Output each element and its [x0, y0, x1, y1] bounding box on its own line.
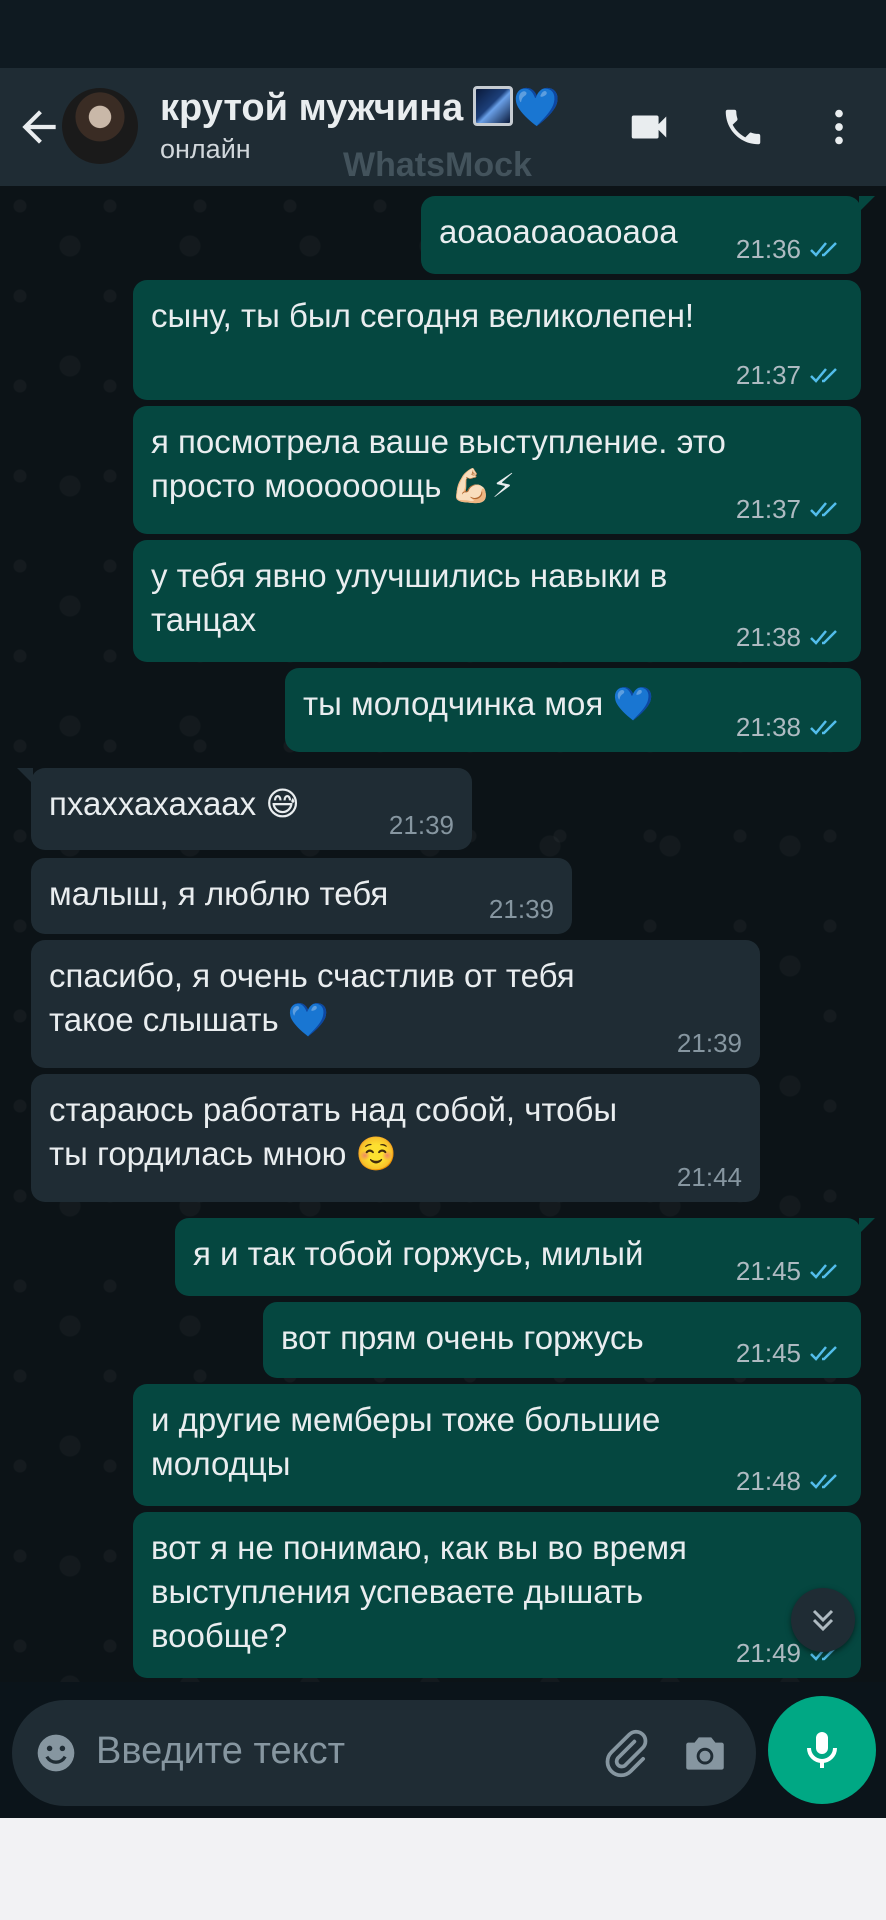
read-ticks-icon	[810, 1264, 837, 1279]
phone-call-icon[interactable]	[720, 104, 766, 150]
message-composer	[12, 1700, 756, 1806]
message-time: 21:45	[735, 1338, 801, 1368]
read-ticks-icon	[810, 242, 837, 257]
message-bubble-incoming[interactable]: пхаххахахаах 😅 21:39	[17, 768, 472, 850]
message-time: 21:45	[735, 1256, 801, 1286]
contact-name[interactable]: крутой мужчина 💙	[160, 86, 561, 130]
message-time: 21:37	[735, 494, 801, 524]
message-bubble-outgoing[interactable]: у тебя явно улучшились навыки в танцах 2…	[133, 540, 861, 662]
message-bubble-incoming[interactable]: малыш, я люблю тебя 21:39	[31, 858, 572, 934]
read-ticks-icon	[810, 720, 837, 735]
contact-avatar[interactable]	[62, 88, 138, 164]
message-time: 21:39	[388, 810, 454, 840]
voice-record-button[interactable]	[768, 1696, 876, 1804]
read-ticks-icon	[810, 1474, 837, 1489]
chat-header: крутой мужчина 💙 онлайн WhatsMock	[0, 68, 886, 186]
double-chevron-down-icon	[812, 1609, 834, 1632]
navigation-bar-area	[0, 1818, 886, 1920]
back-arrow-icon[interactable]	[14, 102, 64, 152]
message-text: сыну, ты был сегодня великолепен!	[151, 297, 695, 334]
message-bubble-outgoing[interactable]: я и так тобой горжусь, милый 21:45	[175, 1218, 875, 1296]
message-bubble-outgoing[interactable]: и другие мемберы тоже большие молодцы 21…	[133, 1384, 861, 1506]
message-time: 21:37	[735, 360, 801, 390]
more-options-icon[interactable]	[816, 104, 862, 150]
message-text: малыш, я люблю тебя	[49, 875, 389, 912]
read-ticks-icon	[810, 1346, 837, 1361]
message-bubble-incoming[interactable]: стараюсь работать над собой, чтобы ты го…	[31, 1074, 760, 1202]
message-time: 21:39	[488, 894, 554, 924]
video-call-icon[interactable]	[626, 104, 672, 150]
contact-name-text: крутой мужчина	[160, 87, 464, 129]
read-ticks-icon	[810, 502, 837, 517]
galaxy-emoji-icon	[473, 86, 514, 126]
message-bubble-outgoing[interactable]: я посмотрела ваше выступление. это прост…	[133, 406, 861, 534]
camera-icon[interactable]	[680, 1728, 730, 1778]
message-bubble-incoming[interactable]: спасибо, я очень счастлив от тебя такое …	[31, 940, 760, 1068]
message-time: 21:36	[735, 234, 801, 264]
read-ticks-icon	[810, 368, 837, 383]
microphone-icon	[807, 1732, 837, 1768]
message-time: 21:39	[676, 1028, 742, 1058]
message-time: 21:38	[735, 622, 801, 652]
message-bubble-outgoing[interactable]: вот я не понимаю, как вы во время выступ…	[133, 1512, 861, 1678]
scroll-to-bottom-button[interactable]	[791, 1588, 855, 1652]
status-bar	[0, 0, 886, 68]
message-list[interactable]: аоаоаоаоаоаоа 21:36 сыну, ты был сегодня…	[0, 186, 886, 1682]
blue-heart-emoji: 💙	[513, 87, 561, 129]
message-time: 21:44	[676, 1162, 742, 1192]
message-bubble-outgoing[interactable]: вот прям очень горжусь 21:45	[263, 1302, 861, 1378]
message-bubble-outgoing[interactable]: ты молодчинка моя 💙 21:38	[285, 668, 861, 752]
emoji-icon[interactable]	[34, 1731, 78, 1775]
message-time: 21:48	[735, 1466, 801, 1496]
watermark: WhatsMock	[343, 146, 532, 184]
contact-status: онлайн	[160, 134, 251, 164]
message-input[interactable]	[96, 1730, 596, 1773]
message-text: стараюсь работать над собой, чтобы ты го…	[49, 1091, 618, 1172]
attach-paperclip-icon[interactable]	[600, 1728, 650, 1778]
read-ticks-icon	[810, 630, 837, 645]
message-text: спасибо, я очень счастлив от тебя такое …	[49, 957, 575, 1038]
message-bubble-outgoing[interactable]: аоаоаоаоаоаоа 21:36	[421, 196, 875, 274]
message-bubble-outgoing[interactable]: сыну, ты был сегодня великолепен! 21:37	[133, 280, 861, 400]
message-time: 21:49	[735, 1638, 801, 1668]
message-time: 21:38	[735, 712, 801, 742]
